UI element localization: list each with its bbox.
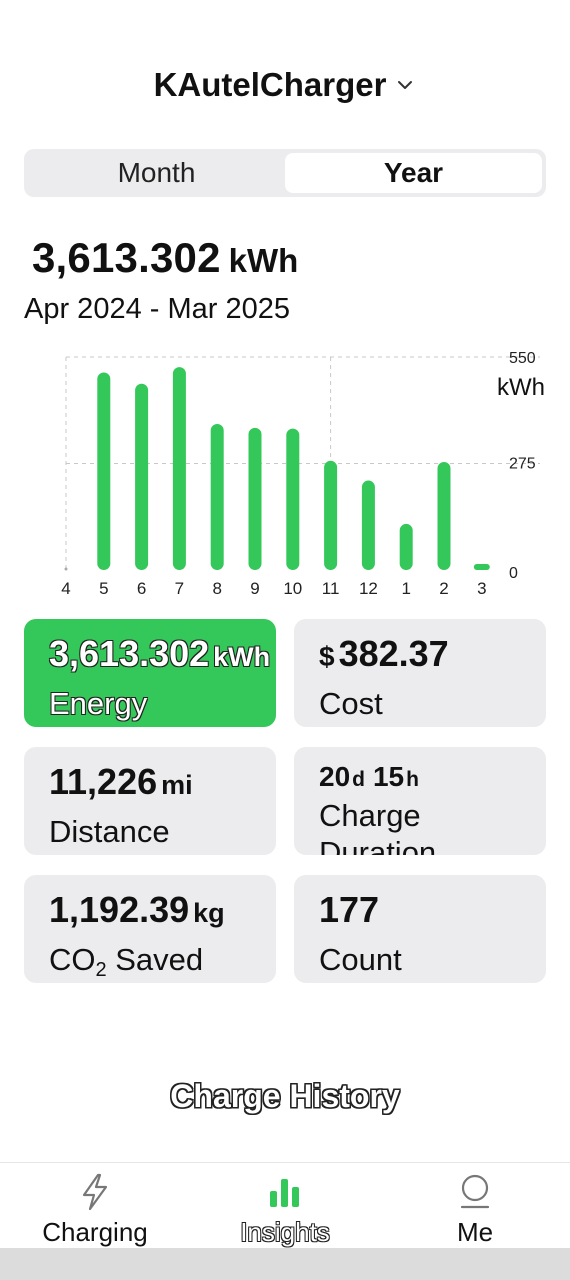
bar (248, 427, 262, 570)
tab-year[interactable]: Year (285, 153, 542, 193)
duration-hours-unit: h (406, 768, 419, 791)
x-tick-label: 8 (212, 579, 221, 598)
distance-value: 11,226 mi (49, 761, 276, 803)
co2-label-subscript: 2 (95, 959, 107, 981)
chevron-down-icon (398, 81, 413, 89)
x-tick-label: 11 (322, 579, 340, 598)
bar (210, 423, 224, 570)
tab-me-label: Me (456, 1217, 494, 1247)
currency-symbol: $ (319, 641, 335, 672)
bar-empty-marker (64, 567, 68, 571)
system-nav-bar (0, 1248, 570, 1280)
x-tick-label: 9 (250, 579, 259, 598)
distance-unit: mi (161, 770, 193, 800)
header: KAutelCharger (0, 66, 570, 114)
y-tick-label: 550 (509, 350, 536, 367)
charge-duration-card[interactable]: 20 d 15 h Charge Duration (294, 747, 546, 855)
duration-hours: 15 (372, 761, 405, 792)
co2-number: 1,192.39 (49, 889, 190, 930)
x-tick-label: 10 (283, 579, 302, 598)
distance-number: 11,226 (49, 761, 158, 802)
tab-charging-label: Charging (42, 1217, 148, 1247)
total-unit: kWh (228, 242, 299, 279)
person-icon (455, 1173, 495, 1211)
co2-unit: kg (193, 898, 225, 928)
energy-label: Energy (49, 686, 148, 721)
energy-unit: kWh (213, 642, 271, 672)
date-range: Apr 2024 - Mar 2025 (24, 293, 290, 325)
duration-days-unit: d (352, 768, 365, 791)
duration-days: 20 (319, 761, 351, 792)
y-unit-label: kWh (497, 374, 545, 401)
tab-month[interactable]: Month (28, 153, 285, 193)
bar (172, 367, 186, 570)
x-tick-label: 3 (477, 579, 486, 598)
co2-label: CO2 Saved (49, 941, 276, 981)
co2-card[interactable]: 1,192.39 kg CO2 Saved (24, 875, 276, 983)
bar (399, 523, 413, 570)
co2-label-suffix: Saved (106, 942, 204, 977)
tab-insights-label: Insights (240, 1217, 330, 1247)
period-toggle: Month Year (24, 149, 546, 197)
x-tick-label: 4 (61, 579, 70, 598)
cost-card[interactable]: $382.37 Cost (294, 619, 546, 727)
x-tick-label: 1 (401, 579, 410, 598)
cost-number: 382.37 (338, 633, 449, 674)
distance-label: Distance (49, 814, 170, 849)
duration-value: 20 d 15 h (319, 761, 546, 793)
bar-chart-icon (265, 1173, 305, 1211)
bar (361, 480, 375, 570)
energy-value: 3,613.302 kWh (49, 633, 276, 675)
bar (97, 372, 111, 570)
distance-card[interactable]: 11,226 mi Distance (24, 747, 276, 855)
cost-value: $382.37 (319, 633, 546, 675)
energy-bar-chart: 0275550kWh4 5 6 7 8 9 10 11 12 1 2 3 (61, 350, 545, 598)
lightning-icon (75, 1173, 115, 1211)
bar (324, 460, 338, 570)
cost-label: Cost (319, 686, 383, 721)
energy-number: 3,613.302 (49, 633, 210, 674)
tab-me[interactable]: Me (380, 1163, 570, 1248)
x-tick-label: 5 (99, 579, 108, 598)
tab-charging[interactable]: Charging (0, 1163, 190, 1248)
co2-label-prefix: CO (49, 942, 96, 977)
tab-insights[interactable]: Insights (190, 1163, 380, 1248)
x-tick-label: 6 (137, 579, 146, 598)
x-tick-label: 7 (175, 579, 184, 598)
x-tick-label: 2 (439, 579, 448, 598)
bar (286, 428, 300, 570)
total-value: 3,613.302 (32, 234, 221, 281)
x-tick-label: 12 (359, 579, 378, 598)
y-tick-label: 275 (509, 456, 536, 473)
energy-card[interactable]: 3,613.302 kWh Energy (24, 619, 276, 727)
count-label: Count (319, 942, 402, 977)
y-tick-label: 0 (509, 565, 518, 582)
count-card[interactable]: 177 Count (294, 875, 546, 983)
bar (473, 564, 490, 570)
bar (437, 461, 451, 570)
charge-history-link[interactable]: Charge History (0, 1078, 570, 1115)
bar (135, 383, 149, 570)
device-name: KAutelCharger (153, 66, 387, 103)
count-number: 177 (319, 889, 380, 930)
device-selector[interactable]: KAutelCharger (154, 66, 417, 104)
duration-label: Charge Duration (319, 798, 437, 855)
total-energy: 3,613.302 kWh (32, 234, 298, 282)
count-value: 177 (319, 889, 546, 931)
bottom-tab-bar: Charging Insights Me (0, 1162, 570, 1248)
co2-value: 1,192.39 kg (49, 889, 276, 931)
